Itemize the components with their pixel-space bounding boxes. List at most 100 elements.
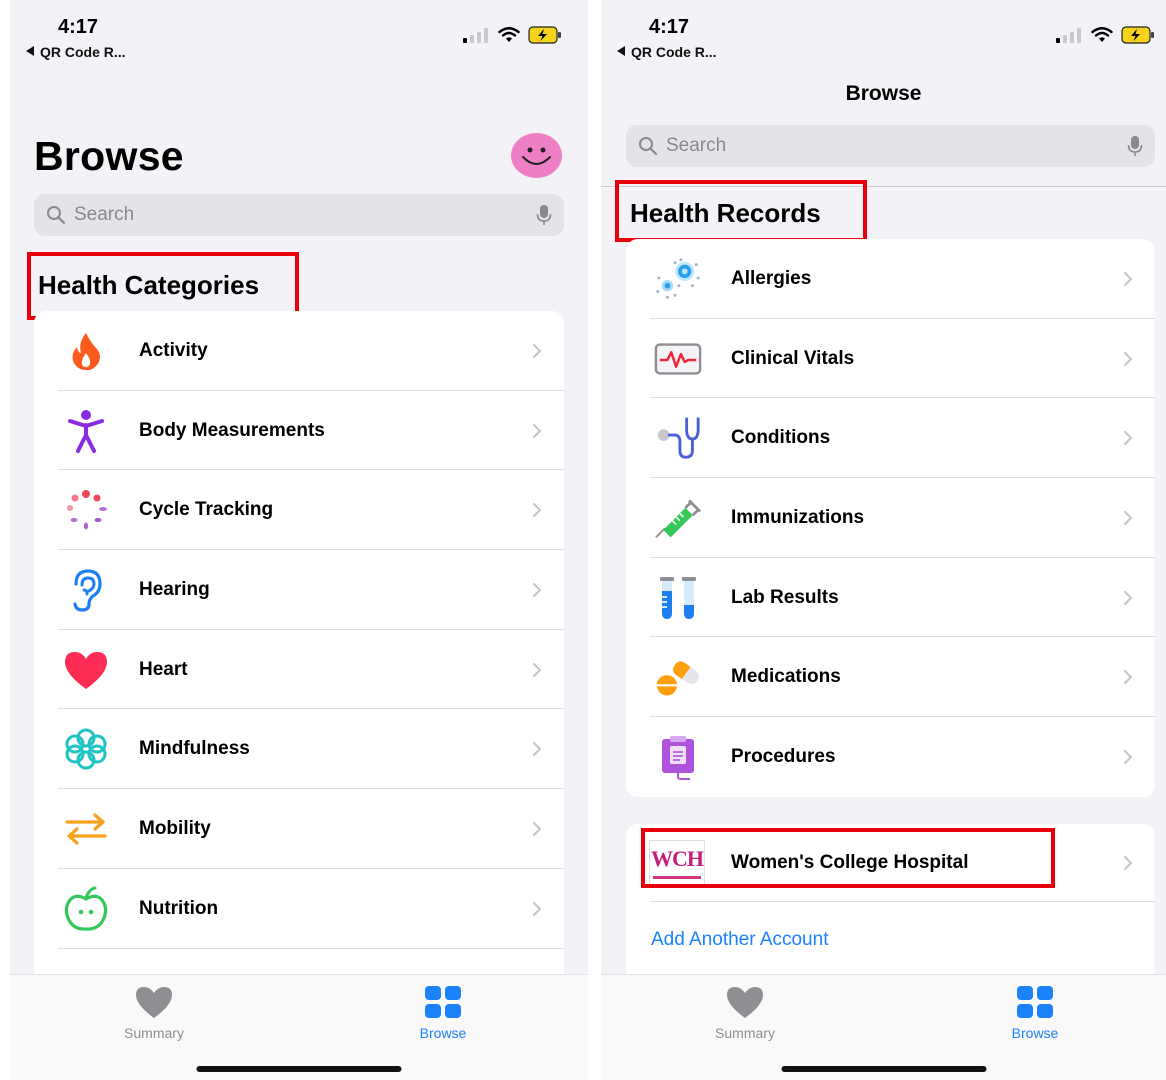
chevron-right-icon [1124,351,1133,366]
category-label: Activity [139,339,208,361]
category-row-hearing[interactable]: Hearing [34,550,564,630]
pills-icon [654,653,702,701]
cycle-dots-icon [62,486,110,534]
highlight-box [641,828,1055,888]
test-tubes-icon [654,574,702,622]
record-label: Clinical Vitals [731,347,855,369]
tab-browse[interactable]: Browse [975,985,1095,1041]
chevron-right-icon [533,423,542,438]
chevron-right-icon [1124,670,1133,685]
status-icons [462,26,562,44]
battery-charging-icon [1121,26,1154,44]
microphone-icon[interactable] [1127,135,1143,157]
allergy-particles-icon [654,255,702,303]
chevron-right-icon [1124,749,1133,764]
category-row-nutrition[interactable]: Nutrition [34,869,564,949]
right-screen: 4:17 QR Code R... Browse Search Health R… [601,0,1166,1080]
chevron-right-icon [1124,271,1133,286]
wifi-icon [1091,27,1113,42]
apple-icon [62,885,110,933]
ear-icon [62,566,110,614]
record-row-medications[interactable]: Medications [626,637,1155,718]
search-icon [639,137,658,156]
chevron-right-icon [1124,510,1133,525]
back-app-label: QR Code R... [631,44,717,60]
chevron-right-icon [533,343,542,358]
home-indicator[interactable] [781,1066,986,1072]
category-row-body-measurements[interactable]: Body Measurements [34,391,564,471]
battery-charging-icon [528,26,561,44]
record-row-conditions[interactable]: Conditions [626,398,1155,479]
tab-summary[interactable]: Summary [685,985,805,1041]
record-row-immunizations[interactable]: Immunizations [626,478,1155,558]
page-title: Browse [34,133,184,179]
heart-icon [62,646,110,694]
category-label: Mindfulness [139,738,250,760]
search-icon [47,206,66,225]
grid-tab-icon [425,986,461,1018]
back-to-app-link[interactable]: QR Code R... [26,44,126,60]
heart-tab-icon [727,987,763,1018]
search-bar[interactable]: Search [34,194,564,236]
section-header-health-categories: Health Categories [38,270,260,300]
cellular-signal-icon [1056,28,1081,43]
section-header-health-records: Health Records [630,198,821,228]
back-to-app-link[interactable]: QR Code R... [617,44,717,60]
category-row-cycle-tracking[interactable]: Cycle Tracking [34,470,564,551]
category-row-mindfulness[interactable]: Mindfulness [34,709,564,790]
back-app-label: QR Code R... [40,44,126,60]
chevron-right-icon [533,821,542,836]
category-label: Mobility [139,817,211,839]
person-figure-icon [62,407,110,455]
profile-avatar-smiley-icon[interactable] [511,133,562,178]
status-time: 4:17 [58,16,99,38]
category-label: Heart [139,658,188,680]
back-triangle-icon [617,46,625,56]
search-input[interactable]: Search [666,135,1127,157]
row-divider [58,947,564,949]
home-indicator[interactable] [196,1066,402,1072]
record-row-procedures[interactable]: Procedures [626,717,1155,797]
record-row-lab-results[interactable]: Lab Results [626,558,1155,638]
record-row-allergies[interactable]: Allergies [626,239,1155,319]
heart-tab-icon [136,987,172,1018]
back-triangle-icon [26,46,34,56]
mobility-arrows-icon [62,805,110,853]
record-label: Medications [731,666,841,688]
vitals-monitor-icon [654,335,702,383]
search-bar[interactable]: Search [626,125,1155,167]
tab-browse-label: Browse [419,1025,467,1041]
record-label: Procedures [731,745,836,767]
category-label: Nutrition [139,897,219,919]
record-label: Lab Results [731,586,839,608]
tab-browse[interactable]: Browse [383,985,503,1041]
tab-summary-label: Summary [715,1025,775,1041]
category-label: Hearing [139,578,210,600]
health-records-list: Allergies Clinical Vitals Conditions Imm… [626,239,1155,797]
status-icons [1055,26,1155,44]
add-another-account-link[interactable]: Add Another Account [651,929,828,951]
chevron-right-icon [1124,590,1133,605]
tab-bar: Summary Browse [601,974,1166,1080]
category-label: Cycle Tracking [139,499,274,521]
stethoscope-icon [654,414,702,462]
grid-tab-icon [1017,986,1053,1018]
status-time: 4:17 [649,16,690,38]
category-row-heart[interactable]: Heart [34,630,564,710]
category-row-mobility[interactable]: Mobility [34,789,564,869]
chevron-right-icon [533,582,542,597]
mindfulness-flower-icon [62,725,110,773]
chevron-right-icon [533,662,542,677]
category-row-activity[interactable]: Activity [34,311,564,391]
health-categories-list: Activity Body Measurements Cycle Trackin… [34,311,564,991]
search-input[interactable]: Search [74,204,536,226]
record-label: Immunizations [731,506,865,528]
tab-summary[interactable]: Summary [94,985,214,1041]
record-label: Allergies [731,267,812,289]
chevron-right-icon [1124,431,1133,446]
record-row-clinical-vitals[interactable]: Clinical Vitals [626,319,1155,399]
tab-bar: Summary Browse [10,974,588,1080]
microphone-icon[interactable] [536,204,552,226]
chevron-right-icon [1124,856,1133,870]
flame-icon [62,327,110,375]
